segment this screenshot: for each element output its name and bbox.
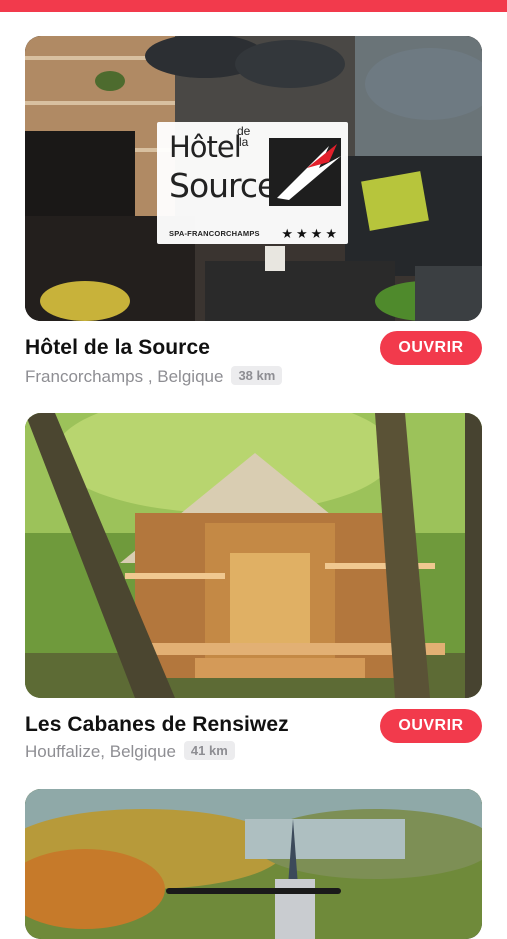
distance-badge: 38 km: [231, 366, 283, 385]
open-button[interactable]: OUVRIR: [380, 331, 482, 365]
listing-card-les-cabanes-de-rensiwez[interactable]: Les Cabanes de Rensiwez Houffalize, Belg…: [25, 413, 482, 763]
logo-mark-icon: [269, 138, 341, 206]
logo-text-hotel: Hôtel: [169, 130, 242, 164]
forest-cabin-photo[interactable]: [25, 413, 482, 698]
valley-town-image: [25, 789, 482, 939]
logo-stars: ★★★★: [281, 226, 340, 241]
listing-title: Hôtel de la Source: [25, 336, 211, 359]
logo-subtitle: SPA-FRANCORCHAMPS: [169, 229, 260, 238]
location-text: Houffalize, Belgique: [25, 742, 176, 761]
logo-text-de-la: de la: [237, 124, 251, 149]
distance-badge: 41 km: [183, 741, 235, 760]
listing-title: Les Cabanes de Rensiwez: [25, 713, 289, 736]
forest-cabin-image: [25, 413, 482, 698]
listing-location: Francorchamps , Belgique 38 km: [25, 366, 283, 387]
home-indicator[interactable]: [166, 888, 341, 894]
listing-card-3[interactable]: [25, 789, 482, 939]
open-button[interactable]: OUVRIR: [380, 709, 482, 743]
valley-town-photo[interactable]: [25, 789, 482, 939]
logo-text-source: Source: [169, 166, 277, 205]
hotel-lounge-photo[interactable]: Hôtel de la Source SPA-FRANCORCHAMPS ★★★…: [25, 36, 482, 321]
listing-card-hotel-de-la-source[interactable]: Hôtel de la Source SPA-FRANCORCHAMPS ★★★…: [25, 36, 482, 386]
top-accent-bar: [0, 0, 507, 12]
hotel-logo: Hôtel de la Source SPA-FRANCORCHAMPS ★★★…: [157, 122, 348, 244]
listing-location: Houffalize, Belgique 41 km: [25, 741, 235, 762]
location-text: Francorchamps , Belgique: [25, 367, 224, 386]
